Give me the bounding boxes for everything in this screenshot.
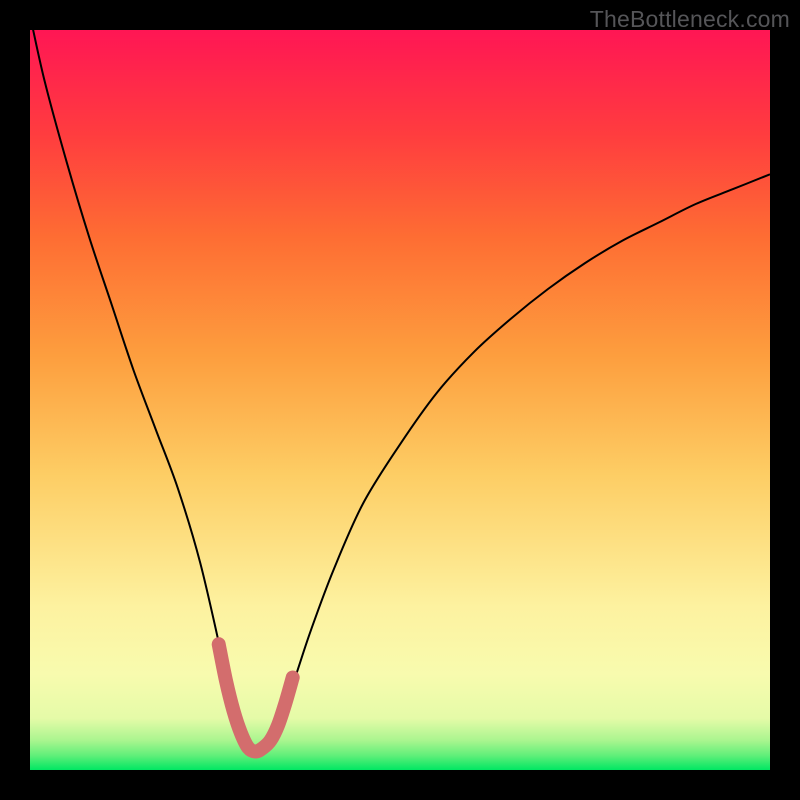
gradient-background — [30, 30, 770, 770]
watermark-text: TheBottleneck.com — [590, 6, 790, 33]
chart-svg — [30, 30, 770, 770]
plot-area — [30, 30, 770, 770]
chart-container: TheBottleneck.com — [0, 0, 800, 800]
